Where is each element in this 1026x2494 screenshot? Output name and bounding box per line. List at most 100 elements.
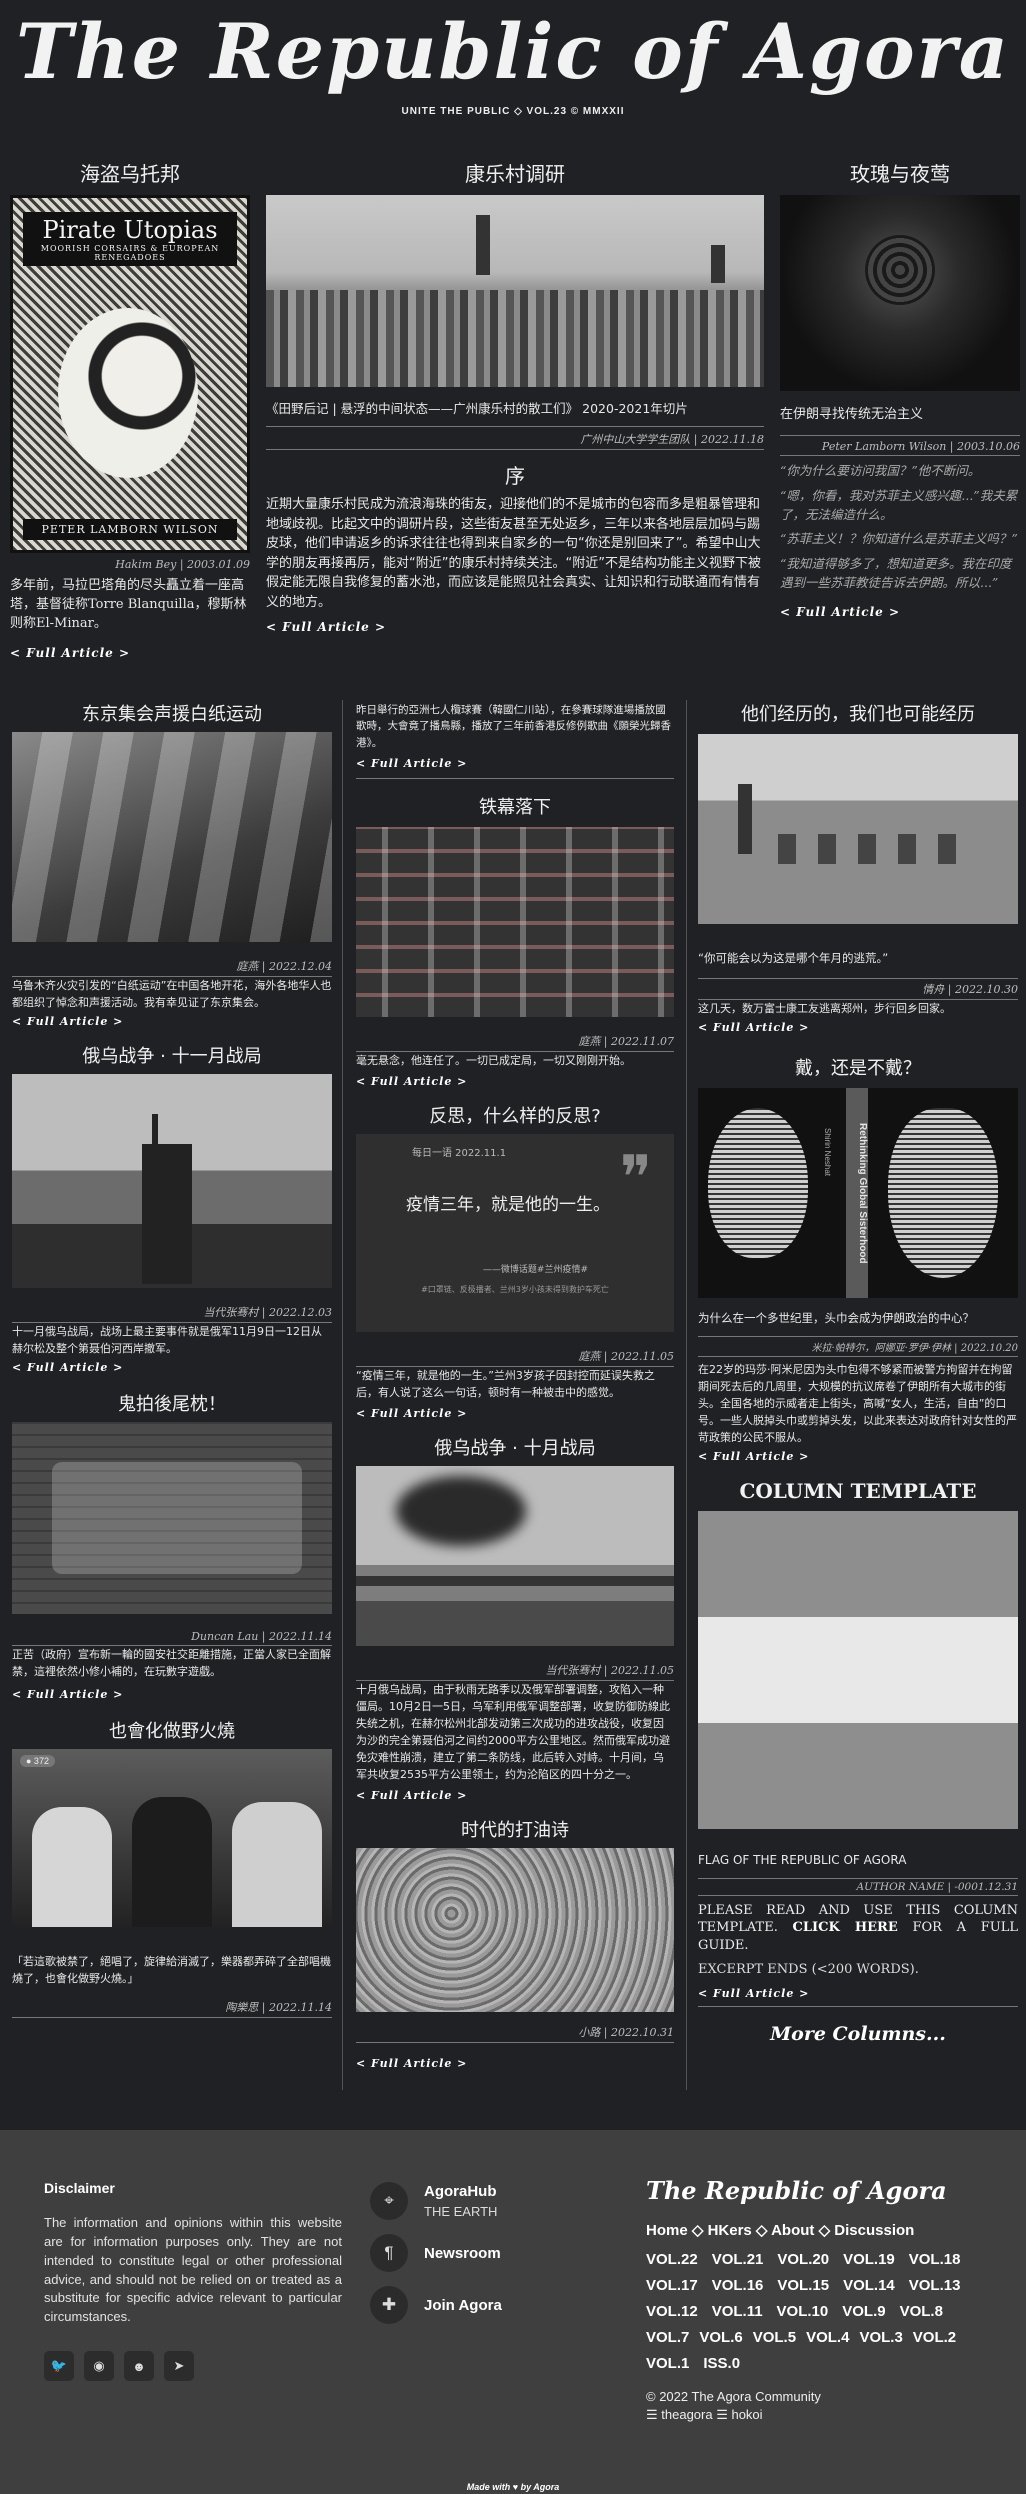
full-article-link[interactable]: < Full Article > [698, 1987, 1018, 2008]
footer-nav-section: The Republic of Agora Home ◇ HKers ◇ Abo… [646, 2176, 996, 2423]
article-kangle-village: 康乐村调研 《田野后记 | 悬浮的中间状态——广州康乐村的散工们》 2020-2… [266, 158, 764, 634]
volume-link[interactable]: VOL.2 [913, 2329, 956, 2346]
volume-link[interactable]: VOL.22 [646, 2251, 698, 2268]
full-article-link[interactable]: < Full Article > [10, 646, 250, 660]
volume-link[interactable]: VOL.5 [753, 2329, 796, 2346]
full-article-link[interactable]: < Full Article > [356, 1789, 674, 1802]
quote-card-tags: #口罩链、反极播者、兰州3岁小孩未得到救护车死亡 [421, 1284, 609, 1294]
headscarf-poster-image[interactable]: Rethinking Global Sisterhood Shirin Nesh… [698, 1087, 1018, 1298]
volume-link[interactable]: VOL.13 [909, 2277, 961, 2294]
site-title[interactable]: The Republic of Agora [0, 12, 1026, 92]
volume-link[interactable]: VOL.8 [900, 2303, 943, 2320]
article-heading[interactable]: 俄乌战争 · 十一月战局 [12, 1042, 332, 1068]
article-heading[interactable]: 俄乌战争 · 十月战局 [356, 1434, 674, 1460]
more-columns-link[interactable]: More Columns... [698, 2023, 1018, 2045]
article-meta: 情舟 | 2022.10.30 [698, 979, 1018, 1000]
agorahub-link[interactable]: ⌖ AgoraHub THE EARTH [370, 2182, 610, 2220]
volume-link[interactable]: VOL.12 [646, 2303, 698, 2320]
rugby-players-image[interactable]: ● 372 [12, 1749, 332, 1928]
congress-image[interactable] [356, 826, 674, 1017]
volume-link[interactable]: VOL.3 [859, 2329, 902, 2346]
full-article-link[interactable]: < Full Article > [356, 1407, 674, 1420]
article-heading[interactable]: 也會化做野火燒 [12, 1717, 332, 1743]
footer-brand[interactable]: The Republic of Agora [646, 2176, 996, 2205]
full-article-link[interactable]: < Full Article > [266, 620, 764, 634]
article-heading[interactable]: 玫瑰与夜莺 [780, 158, 1020, 187]
nav-hkers[interactable]: HKers [708, 2222, 752, 2239]
volume-link[interactable]: VOL.1 [646, 2355, 689, 2372]
walking-workers-image[interactable] [698, 734, 1018, 924]
article-excerpt: 近期大量康乐村民成为流浪海珠的街友，迎接他们的不是城市的包容而多是粗暴管理和地域… [266, 497, 761, 610]
volume-link[interactable]: VOL.7 [646, 2329, 689, 2346]
volume-list: VOL.22 VOL.21 VOL.20 VOL.19 VOL.18 VOL.17 VOL… [646, 2247, 996, 2377]
github-icon[interactable]: ◉ [84, 2351, 114, 2382]
newsroom-link[interactable]: ¶ Newsroom [370, 2234, 610, 2272]
volume-link[interactable]: VOL.6 [699, 2329, 742, 2346]
article-heading[interactable]: 他们经历的，我们也可能经历 [698, 700, 1018, 726]
article-heading[interactable]: 反思，什么样的反思? [356, 1102, 674, 1128]
volume-link[interactable]: ISS.0 [703, 2355, 740, 2372]
volume-link[interactable]: VOL.17 [646, 2277, 698, 2294]
article-heading[interactable]: 海盗乌托邦 [10, 158, 250, 187]
volume-link[interactable]: VOL.10 [777, 2303, 829, 2320]
volume-link[interactable]: VOL.21 [712, 2251, 764, 2268]
full-article-link[interactable]: < Full Article > [780, 605, 1020, 619]
article-meta: Duncan Lau | 2022.11.14 [12, 1628, 332, 1647]
graffiti-wall-image[interactable] [12, 1422, 332, 1615]
article-excerpt: 十一月俄乌战局，战场上最主要事件就是俄军11月9日一12日从赫尔松及整个第聂伯河… [12, 1325, 322, 1356]
twitter-icon[interactable]: 🐦 [44, 2351, 74, 2382]
full-article-link[interactable]: < Full Article > [356, 757, 674, 779]
link-title: Join Agora [424, 2296, 502, 2314]
volume-link[interactable]: VOL.11 [712, 2303, 763, 2320]
agora-flag-image[interactable] [698, 1510, 1018, 1829]
made-with-love: Made with ♥ by Agora [466, 2482, 560, 2492]
article-heading[interactable]: 鬼拍後尾枕！ [12, 1390, 332, 1416]
tokyo-rally-image[interactable] [12, 732, 332, 942]
location-pin-icon: ⌖ [370, 2182, 408, 2220]
volume-link[interactable]: VOL.19 [843, 2251, 895, 2268]
full-article-link[interactable]: < Full Article > [12, 1688, 332, 1701]
click-here-link[interactable]: CLICK HERE [793, 1920, 898, 1935]
full-article-link[interactable]: < Full Article > [356, 1075, 674, 1088]
volume-link[interactable]: VOL.15 [777, 2277, 829, 2294]
quote-line: “你为什么要访问我国？”他不断问。 [780, 463, 981, 479]
article-excerpt: “疫情三年，就是他的一生。”兰州3岁孩子因封控而延误失救之后，有人说了这么一句话… [356, 1368, 655, 1399]
nav-about[interactable]: About [771, 2222, 814, 2239]
ukraine-flags-image[interactable] [12, 1074, 332, 1289]
full-article-link[interactable]: < Full Article > [12, 1361, 332, 1374]
template-instruction: PLEASE READ AND USE THIS COLUMN TEMPLATE… [698, 1902, 1018, 1955]
article-heading[interactable]: 康乐村调研 [266, 158, 764, 187]
article-heading[interactable]: 戴，还是不戴？ [698, 1054, 1018, 1080]
article-caption: 在伊朗寻找传统无治主义 [780, 405, 1020, 437]
volume-link[interactable]: VOL.4 [806, 2329, 849, 2346]
article-meta: 庭燕 | 2022.11.05 [356, 1346, 674, 1367]
volume-link[interactable]: VOL.14 [843, 2277, 895, 2294]
quote-card-image[interactable]: 每日一语 2022.11.1 ❞ 疫情三年，就是他的一生。 ——微博话题#兰州疫… [356, 1133, 674, 1332]
column-divider [342, 700, 343, 2090]
city-aerial-image[interactable] [266, 195, 764, 387]
moon-ship-illustration [58, 308, 198, 478]
volume-link[interactable]: VOL.16 [712, 2277, 764, 2294]
full-article-link[interactable]: < Full Article > [12, 1015, 332, 1028]
author-links[interactable]: ☰ theagora ☰ hokoi [646, 2407, 996, 2423]
article-heading[interactable]: 东京集会声援白纸运动 [12, 700, 332, 726]
volume-link[interactable]: VOL.9 [842, 2303, 885, 2320]
volume-link[interactable]: VOL.18 [909, 2251, 961, 2268]
full-article-link[interactable]: < Full Article > [698, 1021, 1018, 1034]
volume-link[interactable]: VOL.20 [777, 2251, 829, 2268]
rose-image[interactable] [780, 195, 1020, 391]
quote-card-source: ——微博话题#兰州疫情# [482, 1264, 588, 1275]
reddit-icon[interactable]: ☻ [124, 2351, 154, 2382]
full-article-link[interactable]: < Full Article > [356, 2057, 674, 2070]
satirical-painting-image[interactable] [356, 1848, 674, 2013]
telegram-icon[interactable]: ➤ [164, 2351, 194, 2382]
full-article-link[interactable]: < Full Article > [698, 1450, 1018, 1463]
nav-home[interactable]: Home [646, 2222, 688, 2239]
book-cover-image[interactable]: Pirate Utopias MOORISH CORSAIRS & EUROPE… [10, 195, 250, 553]
crimea-bridge-image[interactable] [356, 1465, 674, 1646]
join-agora-link[interactable]: ✚ Join Agora [370, 2286, 610, 2324]
article-heading[interactable]: 铁幕落下 [356, 793, 674, 819]
article-heading[interactable]: 时代的打油诗 [356, 1816, 674, 1842]
nav-discussion[interactable]: Discussion [834, 2222, 914, 2239]
article-heading[interactable]: COLUMN TEMPLATE [698, 1479, 1018, 1503]
